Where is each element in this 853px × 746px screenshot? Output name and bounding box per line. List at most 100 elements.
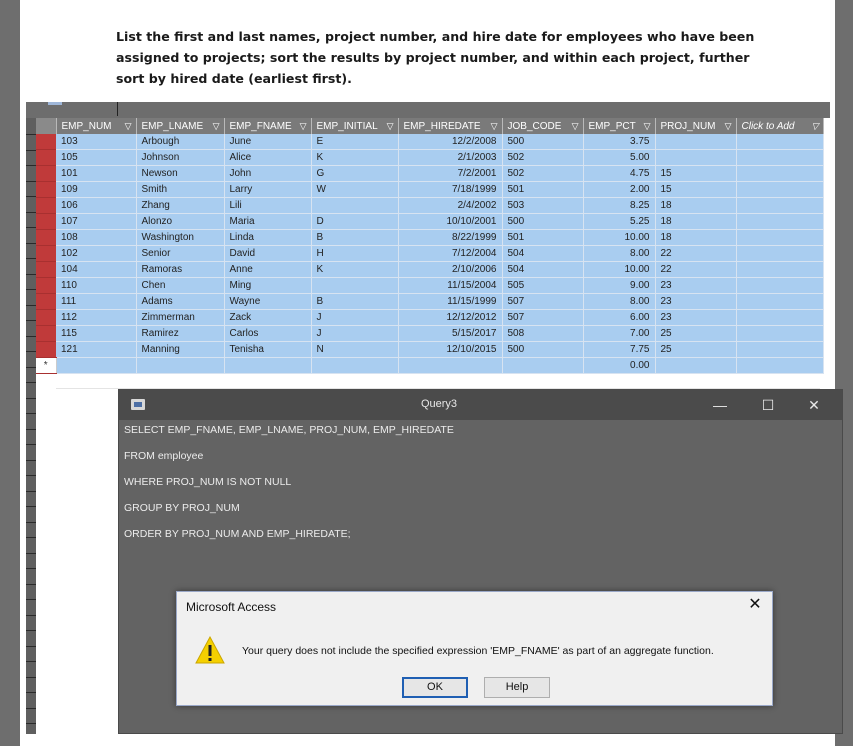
cell-click-to-add[interactable] (736, 213, 824, 230)
table-row[interactable]: 109 Smith Larry W 7/18/1999 501 2.00 15 (36, 181, 824, 198)
new-record-cell[interactable] (655, 357, 737, 374)
cell-click-to-add[interactable] (736, 293, 824, 310)
column-header-emp-initial[interactable]: EMP_INITIAL ▽ (311, 118, 399, 134)
column-header-emp-num[interactable]: EMP_NUM ▽ (56, 118, 137, 134)
filter-arrow-icon[interactable]: ▽ (572, 121, 579, 132)
filter-arrow-icon[interactable]: ▽ (213, 121, 220, 132)
cell-emp-fname[interactable]: Zack (224, 309, 312, 326)
cell-emp-fname[interactable]: Lili (224, 197, 312, 214)
cell-emp-initial[interactable]: B (311, 293, 399, 310)
cell-proj-num[interactable]: 18 (655, 213, 737, 230)
cell-emp-num[interactable]: 106 (56, 197, 137, 214)
sql-editor[interactable]: SELECT EMP_FNAME, EMP_LNAME, PROJ_NUM, E… (124, 424, 454, 554)
cell-emp-num[interactable]: 121 (56, 341, 137, 358)
record-selector[interactable] (36, 197, 56, 214)
record-selector[interactable] (36, 261, 56, 278)
dialog-close-button[interactable]: ✕ (746, 595, 764, 615)
cell-click-to-add[interactable] (736, 149, 824, 166)
cell-emp-lname[interactable]: Ramoras (136, 261, 225, 278)
record-selector[interactable] (36, 149, 56, 166)
cell-proj-num[interactable]: 23 (655, 309, 737, 326)
cell-emp-hiredate[interactable]: 12/10/2015 (398, 341, 503, 358)
cell-emp-lname[interactable]: Newson (136, 165, 225, 182)
cell-proj-num[interactable]: 25 (655, 341, 737, 358)
cell-emp-hiredate[interactable]: 11/15/1999 (398, 293, 503, 310)
cell-job-code[interactable]: 500 (502, 134, 584, 150)
table-row[interactable]: 104 Ramoras Anne K 2/10/2006 504 10.00 22 (36, 261, 824, 278)
cell-click-to-add[interactable] (736, 229, 824, 246)
cell-emp-lname[interactable]: Washington (136, 229, 225, 246)
new-record-cell[interactable] (736, 357, 824, 374)
cell-emp-num[interactable]: 109 (56, 181, 137, 198)
cell-job-code[interactable]: 504 (502, 245, 584, 262)
cell-emp-fname[interactable]: Alice (224, 149, 312, 166)
cell-emp-fname[interactable]: Linda (224, 229, 312, 246)
new-record-marker[interactable]: * (36, 357, 57, 374)
cell-emp-fname[interactable]: David (224, 245, 312, 262)
new-record-cell[interactable] (502, 357, 584, 374)
cell-emp-initial[interactable]: K (311, 261, 399, 278)
cell-emp-fname[interactable]: John (224, 165, 312, 182)
cell-emp-hiredate[interactable]: 8/22/1999 (398, 229, 503, 246)
cell-click-to-add[interactable] (736, 309, 824, 326)
cell-emp-num[interactable]: 102 (56, 245, 137, 262)
cell-emp-fname[interactable]: Ming (224, 277, 312, 294)
new-record-cell[interactable] (224, 357, 312, 374)
record-selector[interactable] (36, 293, 56, 310)
close-button[interactable]: ✕ (796, 395, 832, 415)
select-all-corner[interactable] (36, 118, 57, 134)
cell-job-code[interactable]: 504 (502, 261, 584, 278)
cell-emp-fname[interactable]: Wayne (224, 293, 312, 310)
cell-emp-lname[interactable]: Chen (136, 277, 225, 294)
cell-emp-initial[interactable]: B (311, 229, 399, 246)
record-selector[interactable] (36, 341, 56, 358)
cell-job-code[interactable]: 501 (502, 229, 584, 246)
cell-click-to-add[interactable] (736, 325, 824, 342)
record-selector[interactable] (36, 165, 56, 182)
sql-line[interactable]: GROUP BY PROJ_NUM (124, 502, 454, 528)
click-to-add-column[interactable]: Click to Add ▽ (736, 118, 824, 134)
cell-emp-initial[interactable] (311, 277, 399, 294)
cell-proj-num[interactable]: 15 (655, 181, 737, 198)
cell-emp-fname[interactable]: Tenisha (224, 341, 312, 358)
sql-line[interactable]: SELECT EMP_FNAME, EMP_LNAME, PROJ_NUM, E… (124, 424, 454, 450)
maximize-button[interactable]: ☐ (750, 395, 786, 415)
cell-proj-num[interactable]: 15 (655, 165, 737, 182)
cell-click-to-add[interactable] (736, 277, 824, 294)
table-row[interactable]: 106 Zhang Lili 2/4/2002 503 8.25 18 (36, 197, 824, 214)
cell-emp-hiredate[interactable]: 2/10/2006 (398, 261, 503, 278)
cell-emp-hiredate[interactable]: 2/1/2003 (398, 149, 503, 166)
cell-job-code[interactable]: 505 (502, 277, 584, 294)
table-row[interactable]: 103 Arbough June E 12/2/2008 500 3.75 (36, 134, 824, 150)
cell-emp-fname[interactable]: Carlos (224, 325, 312, 342)
column-header-emp-lname[interactable]: EMP_LNAME ▽ (136, 118, 225, 134)
cell-click-to-add[interactable] (736, 245, 824, 262)
cell-proj-num[interactable]: 18 (655, 197, 737, 214)
cell-click-to-add[interactable] (736, 181, 824, 198)
cell-emp-pct[interactable]: 8.25 (583, 197, 656, 214)
new-record-row[interactable]: * 0.00 (36, 357, 824, 374)
column-header-emp-fname[interactable]: EMP_FNAME ▽ (224, 118, 312, 134)
cell-emp-lname[interactable]: Ramirez (136, 325, 225, 342)
cell-emp-hiredate[interactable]: 12/2/2008 (398, 134, 503, 150)
cell-emp-pct[interactable]: 5.00 (583, 149, 656, 166)
sql-line[interactable]: FROM employee (124, 450, 454, 476)
sql-line[interactable]: WHERE PROJ_NUM IS NOT NULL (124, 476, 454, 502)
table-row[interactable]: 108 Washington Linda B 8/22/1999 501 10.00 18 (36, 229, 824, 246)
column-header-emp-hiredate[interactable]: EMP_HIREDATE ▽ (398, 118, 503, 134)
cell-emp-hiredate[interactable]: 2/4/2002 (398, 197, 503, 214)
cell-emp-lname[interactable]: Johnson (136, 149, 225, 166)
filter-arrow-icon[interactable]: ▽ (387, 121, 394, 132)
table-row[interactable]: 105 Johnson Alice K 2/1/2003 502 5.00 (36, 149, 824, 166)
cell-emp-pct[interactable]: 10.00 (583, 261, 656, 278)
cell-emp-initial[interactable]: G (311, 165, 399, 182)
sort-ascending-icon[interactable]: ▽ (725, 121, 732, 132)
new-record-cell[interactable] (398, 357, 503, 374)
table-row[interactable]: 110 Chen Ming 11/15/2004 505 9.00 23 (36, 277, 824, 294)
cell-click-to-add[interactable] (736, 165, 824, 182)
sql-line[interactable]: ORDER BY PROJ_NUM AND EMP_HIREDATE; (124, 528, 454, 554)
cell-emp-hiredate[interactable]: 7/2/2001 (398, 165, 503, 182)
cell-emp-initial[interactable]: W (311, 181, 399, 198)
cell-emp-pct[interactable]: 10.00 (583, 229, 656, 246)
new-record-cell[interactable] (56, 357, 137, 374)
